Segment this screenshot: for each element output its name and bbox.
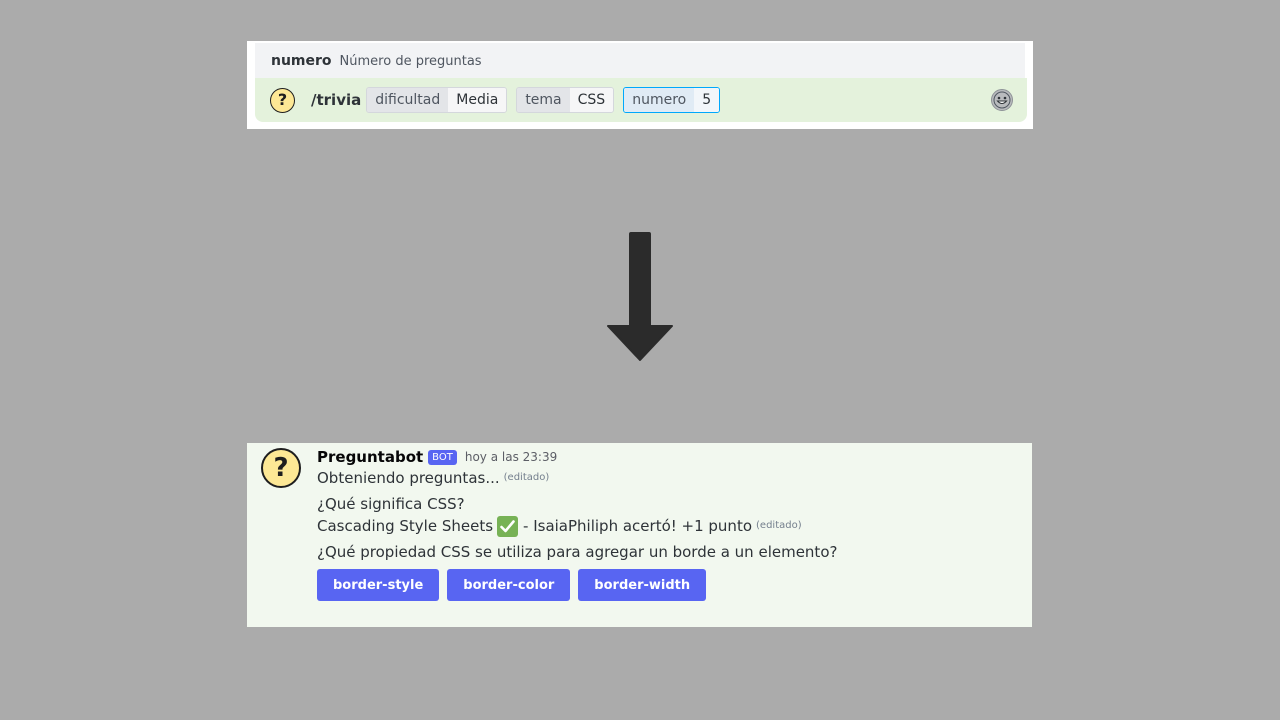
option-dificultad[interactable]: dificultad Media xyxy=(366,87,508,113)
option-hint-bar: numero Número de preguntas xyxy=(255,43,1025,79)
timestamp: hoy a las 23:39 xyxy=(464,450,558,464)
option-key: dificultad xyxy=(367,88,449,112)
option-hint-name: numero xyxy=(271,53,332,69)
answer-1: Cascading Style Sheets - IsaiaPhiliph ac… xyxy=(317,515,1017,537)
question-2: ¿Qué propiedad CSS se utiliza para agreg… xyxy=(317,541,1017,563)
option-key: tema xyxy=(517,88,570,112)
question-text: ¿Qué significa CSS? xyxy=(317,495,465,513)
question-mark-icon: ? xyxy=(270,87,295,113)
option-value[interactable]: Media xyxy=(448,88,507,112)
answer-button-border-width[interactable]: border-width xyxy=(578,569,707,601)
answer-button-border-color[interactable]: border-color xyxy=(447,569,571,601)
option-hint-description: Número de preguntas xyxy=(339,53,482,69)
answer-result-text: - IsaiaPhiliph acertó! +1 punto xyxy=(523,517,753,535)
avatar[interactable]: ? xyxy=(261,448,301,488)
message-body: Preguntabot BOT hoy a las 23:39 Obtenien… xyxy=(317,447,1017,601)
question-text: ¿Qué propiedad CSS se utiliza para agreg… xyxy=(317,543,838,561)
slash-command-panel: numero Número de preguntas ? /trivia dif… xyxy=(247,41,1033,129)
question-1: ¿Qué significa CSS? xyxy=(317,493,1017,515)
option-numero[interactable]: numero 5 xyxy=(623,87,721,113)
edited-label: (editado) xyxy=(756,520,802,531)
bot-badge: BOT xyxy=(428,449,457,465)
answer-text: Cascading Style Sheets xyxy=(317,517,494,535)
command-name: /trivia xyxy=(311,91,362,109)
message-line-loading: Obteniendo preguntas... (editado) xyxy=(317,467,1017,489)
answer-button-border-style[interactable]: border-style xyxy=(317,569,440,601)
arrow-down-icon xyxy=(607,232,673,366)
command-input-bar[interactable]: ? /trivia dificultad Media tema CSS nume… xyxy=(255,78,1027,122)
author-name[interactable]: Preguntabot xyxy=(317,448,423,466)
check-mark-icon xyxy=(497,515,519,537)
answer-buttons: border-style border-color border-width xyxy=(317,569,1017,601)
option-tema[interactable]: tema CSS xyxy=(516,87,615,113)
option-value[interactable]: 5 xyxy=(694,88,720,112)
smiley-face-icon[interactable] xyxy=(991,89,1013,111)
bot-message: ? Preguntabot BOT hoy a las 23:39 Obteni… xyxy=(247,443,1032,627)
message-header: Preguntabot BOT hoy a las 23:39 xyxy=(317,447,1017,467)
option-value[interactable]: CSS xyxy=(569,88,614,112)
edited-label: (editado) xyxy=(503,472,550,483)
loading-text: Obteniendo preguntas... xyxy=(317,469,500,487)
option-key: numero xyxy=(624,88,695,112)
